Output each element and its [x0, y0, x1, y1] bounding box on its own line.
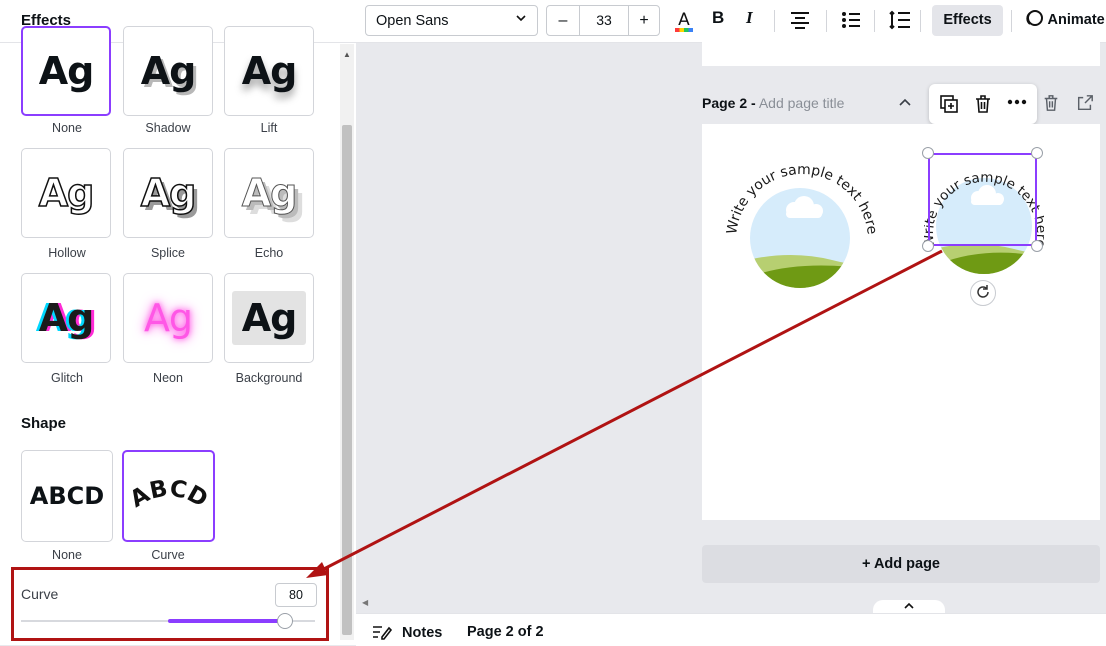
effect-none-label: None [52, 121, 82, 135]
scroll-left-arrow-icon[interactable]: ◀ [362, 598, 368, 607]
effects-button[interactable]: Effects [932, 5, 1003, 36]
font-family-select[interactable]: Open Sans [365, 5, 538, 36]
chevron-down-icon [515, 12, 527, 27]
notes-button[interactable]: Notes [372, 624, 442, 641]
toolbar-divider [826, 10, 827, 32]
delete-page-icon[interactable] [1042, 94, 1060, 116]
effect-none-tile[interactable]: Ag [21, 26, 111, 116]
effect-lift-tile[interactable]: Ag [224, 26, 314, 116]
effect-echo-label: Echo [254, 246, 284, 260]
shape-curve-preview: ABCD [129, 476, 209, 513]
chevron-up-icon[interactable] [897, 94, 913, 114]
effect-splice-preview: Ag [140, 171, 197, 215]
panel-scrollbar-thumb[interactable] [342, 125, 352, 635]
shape-heading: Shape [21, 415, 67, 432]
effect-glitch-tile[interactable]: Ag [21, 273, 111, 363]
effect-background-label: Background [235, 371, 303, 385]
resize-handle-top-right[interactable] [1031, 147, 1043, 159]
list-icon[interactable] [841, 11, 861, 34]
effect-splice-label: Splice [150, 246, 186, 260]
delete-icon[interactable] [973, 94, 993, 119]
effect-splice-tile[interactable]: Ag [123, 148, 213, 238]
effect-neon-preview: Ag [143, 296, 193, 340]
page-2-header: Page 2 - Add page title [702, 95, 844, 111]
toolbar-divider [874, 10, 875, 32]
effect-shadow-preview: Ag [140, 49, 197, 93]
resize-handle-bottom-left[interactable] [922, 240, 934, 252]
resize-handle-bottom-right[interactable] [1031, 240, 1043, 252]
animate-icon [1026, 10, 1043, 26]
effect-background-tile[interactable]: Ag [224, 273, 314, 363]
toolbar-divider [774, 10, 775, 32]
italic-button[interactable]: I [746, 8, 753, 28]
page-title-input[interactable]: Add page title [759, 95, 845, 111]
duplicate-icon[interactable] [939, 94, 959, 119]
animate-button[interactable]: Animate [1024, 5, 1105, 36]
shape-none-preview: ABCD [29, 482, 105, 510]
align-center-icon[interactable] [790, 11, 810, 34]
more-options-icon[interactable] [1006, 92, 1028, 117]
svg-text:ABCD: ABCD [129, 476, 209, 513]
effect-lift-preview: Ag [241, 49, 298, 93]
effect-echo-preview: Ag [241, 171, 298, 215]
resize-handle-top-left[interactable] [922, 147, 934, 159]
effect-shadow-tile[interactable]: Ag [123, 26, 213, 116]
effect-glitch-label: Glitch [51, 371, 83, 385]
font-family-value: Open Sans [376, 13, 449, 29]
effect-neon-tile[interactable]: Ag [123, 273, 213, 363]
effect-hollow-tile[interactable]: Ag [21, 148, 111, 238]
effect-hollow-label: Hollow [48, 246, 86, 260]
text-color-icon: A [675, 10, 693, 32]
font-size-stepper: – 33 + [546, 5, 660, 36]
page-1-bottom-edge [702, 42, 1100, 66]
effect-echo-tile[interactable]: Ag [224, 148, 314, 238]
add-page-icon[interactable] [1076, 94, 1094, 116]
toolbar-divider [1011, 10, 1012, 32]
text-color-button[interactable]: A [673, 8, 695, 34]
design-page-2[interactable]: Write your sample text here Write your s… [702, 124, 1100, 520]
shape-curve-label: Curve [151, 548, 185, 562]
effect-shadow-label: Shadow [145, 121, 191, 135]
scroll-up-arrow-icon[interactable]: ▲ [343, 50, 351, 59]
selection-box[interactable] [928, 153, 1037, 246]
effect-lift-label: Lift [260, 121, 278, 135]
notes-icon [373, 626, 393, 640]
page-counter[interactable]: Page 2 of 2 [467, 624, 544, 640]
shape-none-tile[interactable]: ABCD [21, 450, 113, 542]
increase-size-button[interactable]: + [628, 6, 660, 35]
rotate-icon[interactable] [970, 280, 996, 306]
bold-button[interactable]: B [712, 8, 724, 28]
toolbar-divider [920, 10, 921, 32]
element-floating-toolbar [929, 84, 1037, 124]
add-page-button[interactable]: + Add page [702, 545, 1100, 583]
effect-background-preview: Ag [231, 291, 307, 345]
font-size-input[interactable]: 33 [579, 6, 629, 35]
effect-hollow-preview: Ag [38, 171, 95, 215]
decrease-size-button[interactable]: – [547, 6, 579, 35]
notes-label: Notes [402, 625, 443, 641]
effect-none-preview: Ag [38, 49, 95, 93]
effect-neon-label: Neon [153, 371, 183, 385]
svg-text:A: A [678, 10, 690, 30]
spacing-icon[interactable] [889, 10, 911, 35]
effects-panel: Effects Ag None Ag Shadow Ag Lift Ag Hol… [0, 0, 356, 645]
page-2-label: Page 2 - [702, 95, 756, 111]
annotation-highlight-box [11, 567, 329, 641]
effect-glitch-preview: Ag [38, 296, 95, 340]
shape-none-label: None [52, 548, 82, 562]
animate-label: Animate [1047, 12, 1105, 28]
shape-curve-tile[interactable]: ABCD [122, 450, 215, 542]
curved-text-element-left[interactable]: Write your sample text here [722, 160, 882, 290]
